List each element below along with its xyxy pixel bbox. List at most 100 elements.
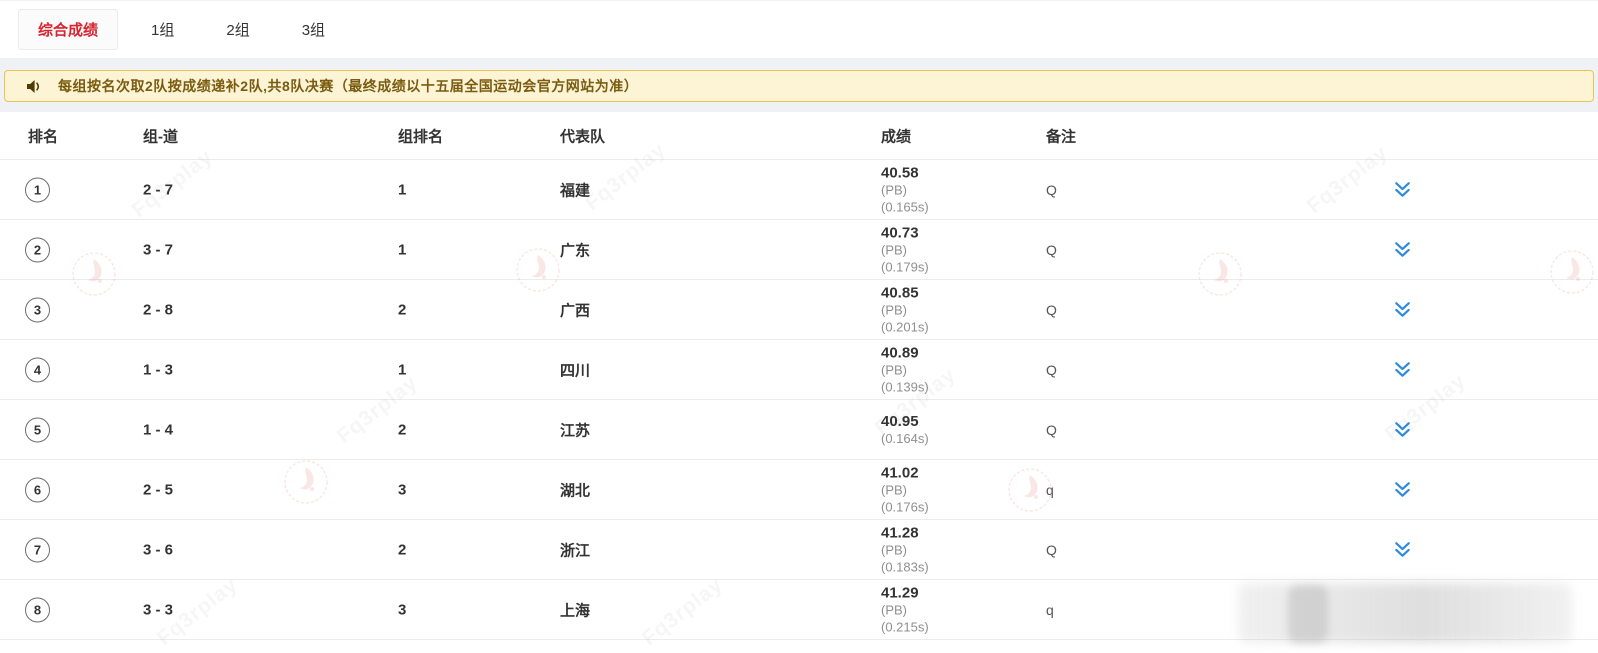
team-name: 广东 — [560, 242, 591, 259]
double-chevron-down-icon — [1394, 302, 1410, 317]
result-time: 41.29 — [881, 584, 919, 601]
expand-row-button[interactable] — [1390, 538, 1414, 562]
header-team: 代表队 — [560, 128, 606, 145]
result-time: 40.58 — [881, 164, 919, 181]
group-rank-value: 2 — [398, 541, 407, 558]
table-row: 6 2 - 5 3 湖北 41.02 (PB) (0.176s) q — [0, 460, 1598, 520]
speaker-icon — [27, 79, 40, 93]
header-group-lane: 组-道 — [143, 128, 178, 145]
table-header-row: 排名 组-道 组排名 代表队 成绩 备注 — [0, 112, 1598, 160]
result-note: (PB) — [881, 302, 907, 317]
qualification-mark: q — [1046, 481, 1054, 498]
result-note: (0.164s) — [881, 430, 929, 446]
result-time: 40.73 — [881, 224, 919, 241]
team-name: 湖北 — [560, 482, 591, 499]
header-remark: 备注 — [1046, 128, 1077, 145]
group-rank-value: 2 — [398, 421, 407, 438]
expand-row-button[interactable] — [1390, 418, 1414, 442]
team-name: 浙江 — [560, 542, 591, 559]
result-note: (0.139s) — [881, 379, 929, 394]
table-row: 7 3 - 6 2 浙江 41.28 (PB) (0.183s) Q — [0, 520, 1598, 580]
rank-badge: 1 — [25, 177, 50, 202]
team-name: 福建 — [560, 182, 591, 199]
header-group-rank: 组排名 — [398, 128, 444, 145]
notice-band: 每组按名次取2队按成绩递补2队,共8队决赛（最终成绩以十五届全国运动会官方网站为… — [0, 58, 1598, 112]
result-note: (PB) — [881, 482, 907, 497]
header-result: 成绩 — [881, 128, 912, 145]
results-table: 排名 组-道 组排名 代表队 成绩 备注 1 2 - 7 1 福建 40.58 … — [0, 112, 1598, 640]
group-rank-value: 1 — [398, 241, 407, 258]
group-rank-value: 2 — [398, 301, 407, 318]
result-note: (PB) — [881, 182, 907, 197]
group-rank-value: 1 — [398, 181, 407, 198]
result-time: 40.95 — [881, 412, 919, 430]
results-page: 综合成绩 1组 2组 3组 每组按名次取2队按成绩递补2队,共8队决赛（最终成绩以十五… — [0, 0, 1598, 653]
table-row: 8 3 - 3 3 上海 41.29 (PB) (0.215s) q — [0, 580, 1598, 640]
table-body: 1 2 - 7 1 福建 40.58 (PB) (0.165s) Q 2 3 -… — [0, 160, 1598, 640]
qualification-mark: Q — [1046, 421, 1057, 438]
result-note: (PB) — [881, 242, 907, 257]
group-lane-value: 3 - 6 — [143, 541, 174, 558]
group-lane-value: 2 - 5 — [143, 481, 174, 498]
result-note: (0.179s) — [881, 259, 929, 274]
notice-banner: 每组按名次取2队按成绩递补2队,共8队决赛（最终成绩以十五届全国运动会官方网站为… — [4, 70, 1594, 102]
group-lane-value: 2 - 8 — [143, 301, 174, 318]
header-rank: 排名 — [28, 128, 59, 145]
team-name: 广西 — [560, 302, 591, 319]
table-row: 1 2 - 7 1 福建 40.58 (PB) (0.165s) Q — [0, 160, 1598, 220]
expand-row-button[interactable] — [1390, 298, 1414, 322]
rank-badge: 6 — [25, 477, 50, 502]
table-row: 2 3 - 7 1 广东 40.73 (PB) (0.179s) Q — [0, 220, 1598, 280]
rank-badge: 5 — [25, 417, 50, 442]
result-note: (PB) — [881, 602, 907, 617]
result-time: 40.89 — [881, 344, 919, 361]
qualification-mark: Q — [1046, 541, 1057, 558]
tab-overall[interactable]: 综合成绩 — [18, 9, 119, 50]
rank-badge: 3 — [25, 297, 50, 322]
double-chevron-down-icon — [1394, 182, 1410, 197]
result-time: 41.02 — [881, 464, 919, 481]
qualification-mark: Q — [1046, 361, 1057, 378]
expand-row-button[interactable] — [1390, 178, 1414, 202]
result-note: (0.183s) — [881, 559, 929, 574]
tab-group-2[interactable]: 2组 — [226, 10, 249, 49]
group-lane-value: 3 - 3 — [143, 601, 174, 618]
table-row: 5 1 - 4 2 江苏 40.95 (0.164s) Q — [0, 400, 1598, 460]
result-note: (0.215s) — [881, 619, 929, 634]
rank-badge: 2 — [25, 237, 50, 262]
result-note: (0.201s) — [881, 319, 929, 334]
result-note: (PB) — [881, 362, 907, 377]
expand-row-button[interactable] — [1390, 358, 1414, 382]
group-rank-value: 3 — [398, 601, 407, 618]
result-time: 41.28 — [881, 524, 919, 541]
expand-row-button[interactable] — [1390, 238, 1414, 262]
result-note: (PB) — [881, 542, 907, 557]
tab-bar: 综合成绩 1组 2组 3组 — [0, 0, 1598, 58]
double-chevron-down-icon — [1394, 362, 1410, 377]
group-rank-value: 1 — [398, 361, 407, 378]
table-row: 3 2 - 8 2 广西 40.85 (PB) (0.201s) Q — [0, 280, 1598, 340]
result-time: 40.85 — [881, 284, 919, 301]
rank-badge: 8 — [25, 597, 50, 622]
table-row: 4 1 - 3 1 四川 40.89 (PB) (0.139s) Q — [0, 340, 1598, 400]
result-note: (0.165s) — [881, 199, 929, 214]
result-note: (0.176s) — [881, 499, 929, 514]
expand-row-button[interactable] — [1390, 478, 1414, 502]
team-name: 江苏 — [560, 422, 591, 439]
tab-group-1[interactable]: 1组 — [151, 10, 174, 49]
rank-badge: 4 — [25, 357, 50, 382]
group-rank-value: 3 — [398, 481, 407, 498]
tab-group-3[interactable]: 3组 — [302, 10, 325, 49]
qualification-mark: q — [1046, 601, 1054, 618]
qualification-mark: Q — [1046, 241, 1057, 258]
team-name: 上海 — [560, 602, 591, 619]
team-name: 四川 — [560, 362, 591, 379]
group-lane-value: 1 - 4 — [143, 421, 174, 438]
qualification-mark: Q — [1046, 301, 1057, 318]
double-chevron-down-icon — [1394, 422, 1410, 437]
qualification-mark: Q — [1046, 181, 1057, 198]
rank-badge: 7 — [25, 537, 50, 562]
group-lane-value: 2 - 7 — [143, 181, 174, 198]
group-lane-value: 1 - 3 — [143, 361, 174, 378]
double-chevron-down-icon — [1394, 482, 1410, 497]
